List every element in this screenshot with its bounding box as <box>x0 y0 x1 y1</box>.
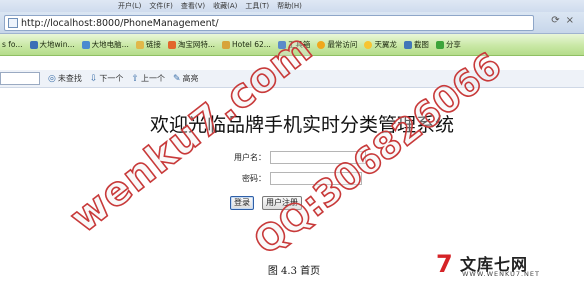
favorite-item[interactable]: 天翼龙 <box>364 39 397 50</box>
password-label: 密码： <box>242 174 266 183</box>
magnifier-icon: ◎ <box>48 73 56 84</box>
refresh-icon[interactable]: ⟳ <box>551 15 559 26</box>
screenshot-icon <box>403 40 412 49</box>
browser-menubar: 开户(L) 文件(F) 查看(V) 收藏(A) 工具(T) 帮助(H) <box>0 0 584 12</box>
favorite-item[interactable]: 截图 <box>403 39 429 50</box>
menu-item[interactable]: 开户(L) <box>118 1 141 11</box>
favorite-item[interactable]: 大地电脑... <box>81 39 129 50</box>
url-field[interactable]: http://localhost:8000/PhoneManagement/ <box>4 15 534 31</box>
highlight-button[interactable]: ✎ 高亮 <box>173 73 199 84</box>
menu-item[interactable]: 查看(V) <box>181 1 205 11</box>
find-bar: ◎ 未查找 ⇩ 下一个 ⇧ 上一个 ✎ 高亮 <box>0 70 584 88</box>
arrow-up-icon: ⇧ <box>131 73 139 84</box>
password-input[interactable] <box>270 172 362 185</box>
menu-item[interactable]: 帮助(H) <box>277 1 302 11</box>
star-icon <box>317 40 326 49</box>
close-tab-icon[interactable]: × <box>566 15 574 26</box>
menu-item[interactable]: 文件(F) <box>149 1 173 11</box>
favorite-item[interactable]: 分享 <box>435 39 461 50</box>
url-text: http://localhost:8000/PhoneManagement/ <box>21 17 219 29</box>
favorites-bar: s fo... 大地win... 大地电脑... 链接 淘宝网特... Hote… <box>0 34 584 56</box>
username-input[interactable] <box>270 151 366 164</box>
menu-item[interactable]: 工具(T) <box>245 1 269 11</box>
menu-item[interactable]: 收藏(A) <box>213 1 237 11</box>
username-row: 用户名： <box>226 151 366 164</box>
find-prev-button[interactable]: ⇧ 上一个 <box>131 73 165 84</box>
favorite-item[interactable]: 淘宝网特... <box>167 39 215 50</box>
page-icon <box>8 18 18 28</box>
page-title: 欢迎光临品牌手机实时分类管理系统 <box>149 114 454 136</box>
folder-icon <box>135 40 144 49</box>
favorite-item[interactable]: 工具箱 <box>277 39 310 50</box>
find-next-button[interactable]: ⇩ 下一个 <box>90 73 124 84</box>
favorite-item[interactable]: 链接 <box>135 39 161 50</box>
toolbox-icon <box>277 40 286 49</box>
logo-url: WWW.WENKU7.NET <box>462 270 540 278</box>
page-icon <box>81 40 90 49</box>
register-button[interactable]: 用户注册 <box>262 196 302 210</box>
site-logo: 7 文库七网 WWW.WENKU7.NET <box>436 248 580 280</box>
arrow-down-icon: ⇩ <box>89 73 98 84</box>
find-input[interactable] <box>0 72 40 85</box>
favorite-item[interactable]: 最常访问 <box>317 39 357 50</box>
username-label: 用户名： <box>234 153 266 162</box>
pen-icon: ✎ <box>172 73 181 84</box>
favorite-item[interactable]: 大地win... <box>29 39 75 50</box>
address-bar: http://localhost:8000/PhoneManagement/ ⟳… <box>0 12 584 34</box>
password-row: 密码： <box>226 172 362 185</box>
favorite-item[interactable]: s fo... <box>2 40 23 49</box>
logo-mark: 7 <box>436 250 453 278</box>
login-button[interactable]: 登录 <box>230 196 254 210</box>
share-icon <box>435 40 444 49</box>
find-status: ◎ 未查找 <box>48 73 82 84</box>
hotel-icon <box>221 40 230 49</box>
taobao-icon <box>167 40 176 49</box>
favorite-item[interactable]: Hotel 62... <box>221 40 271 49</box>
folder-icon <box>29 40 38 49</box>
dragon-icon <box>364 40 373 49</box>
